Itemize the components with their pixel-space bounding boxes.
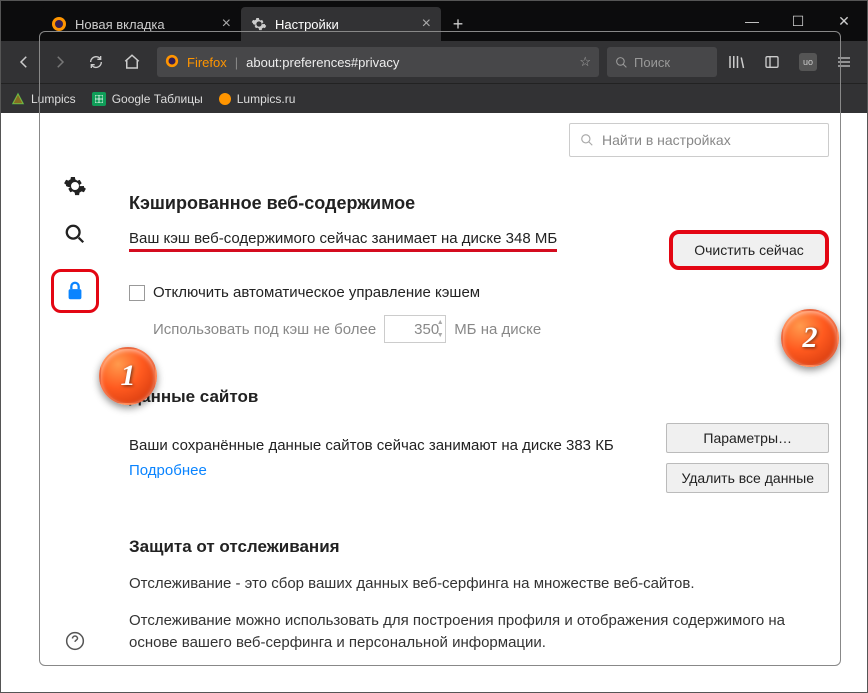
search-icon xyxy=(580,133,594,147)
sidebar-general[interactable] xyxy=(62,173,88,199)
cache-status: Ваш кэш веб-содержимого сейчас занимает … xyxy=(129,230,557,252)
clear-cache-button[interactable]: Очистить сейчас xyxy=(669,230,829,270)
search-icon xyxy=(64,223,86,245)
bookmark-label: Google Таблицы xyxy=(112,92,203,106)
url-separator: | xyxy=(235,55,238,70)
reload-button[interactable] xyxy=(79,47,113,77)
tab-label: Настройки xyxy=(275,17,339,32)
close-icon[interactable]: × xyxy=(422,15,431,33)
bookmark-lumpicsru[interactable]: Lumpics.ru xyxy=(219,92,296,106)
sitedata-status: Ваши сохранённые данные сайтов сейчас за… xyxy=(129,437,646,454)
sitedata-more-link[interactable]: Подробнее xyxy=(129,462,207,479)
checkbox-icon[interactable] xyxy=(129,285,145,301)
prefs-search-input[interactable]: Найти в настройках xyxy=(569,123,829,157)
tracking-p2: Отслеживание можно использовать для пост… xyxy=(129,610,829,655)
bookmarks-bar: Lumpics Google Таблицы Lumpics.ru xyxy=(1,83,867,113)
maximize-button[interactable]: ☐ xyxy=(775,1,821,41)
menu-button[interactable] xyxy=(827,47,861,77)
bookmark-label: Lumpics xyxy=(31,92,76,106)
search-icon xyxy=(615,56,628,69)
sidebar-help[interactable] xyxy=(62,628,88,654)
tracking-p1: Отслеживание - это сбор ваших данных веб… xyxy=(129,573,829,596)
preferences-content: Найти в настройках Кэшированное веб-соде… xyxy=(41,113,839,664)
sitedata-heading: Данные сайтов xyxy=(129,387,829,407)
disable-auto-cache-row[interactable]: Отключить автоматическое управление кэше… xyxy=(129,284,829,301)
annotation-1: 1 xyxy=(99,347,157,405)
firefox-icon xyxy=(165,54,179,71)
gear-icon xyxy=(251,16,267,32)
limit-suffix: МБ на диске xyxy=(454,321,541,338)
limit-prefix: Использовать под кэш не более xyxy=(153,321,376,338)
annotation-2: 2 xyxy=(781,309,839,367)
bookmark-lumpics[interactable]: Lumpics xyxy=(11,92,76,106)
tracking-heading: Защита от отслеживания xyxy=(129,537,829,557)
cache-limit-input[interactable]: 350 ▲▼ xyxy=(384,315,446,343)
sidebar-privacy[interactable] xyxy=(62,278,88,304)
search-box[interactable]: Поиск xyxy=(607,47,717,77)
library-button[interactable] xyxy=(719,47,753,77)
gear-icon xyxy=(63,174,87,198)
prefs-main: Найти в настройках Кэшированное веб-соде… xyxy=(109,113,839,664)
lock-icon xyxy=(64,280,86,302)
tab-new[interactable]: Новая вкладка × xyxy=(41,7,241,41)
sidebar-search[interactable] xyxy=(62,221,88,247)
forward-button[interactable] xyxy=(43,47,77,77)
params-label: Параметры… xyxy=(703,430,792,446)
search-placeholder: Поиск xyxy=(634,55,670,70)
new-tab-button[interactable]: + xyxy=(441,7,475,41)
close-icon[interactable]: × xyxy=(222,15,231,33)
minimize-button[interactable]: ― xyxy=(729,1,775,41)
url-bar[interactable]: Firefox | about:preferences#privacy ☆ xyxy=(157,47,599,77)
disable-auto-label: Отключить автоматическое управление кэше… xyxy=(153,284,480,301)
delete-label: Удалить все данные xyxy=(681,470,814,486)
url-path: about:preferences#privacy xyxy=(246,55,399,70)
window-controls: ― ☐ ✕ xyxy=(729,1,867,41)
sidebar-privacy-highlight xyxy=(51,269,99,313)
cache-limit-row: Использовать под кэш не более 350 ▲▼ МБ … xyxy=(129,315,829,343)
navbar: Firefox | about:preferences#privacy ☆ По… xyxy=(1,41,867,83)
spinner-arrows[interactable]: ▲▼ xyxy=(433,316,447,342)
sidebar-toggle-button[interactable] xyxy=(755,47,789,77)
bookmark-gsheets[interactable]: Google Таблицы xyxy=(92,92,203,106)
triangle-icon xyxy=(11,92,25,106)
bookmark-label: Lumpics.ru xyxy=(237,92,296,106)
firefox-icon xyxy=(51,16,67,32)
close-window-button[interactable]: ✕ xyxy=(821,1,867,41)
circle-icon xyxy=(219,93,231,105)
bookmark-star-icon[interactable]: ☆ xyxy=(579,54,591,70)
tab-label: Новая вкладка xyxy=(75,17,165,32)
back-button[interactable] xyxy=(7,47,41,77)
prefs-search-placeholder: Найти в настройках xyxy=(602,132,731,148)
help-icon xyxy=(65,631,85,651)
url-brand: Firefox xyxy=(187,55,227,70)
titlebar: Новая вкладка × Настройки × + ― ☐ ✕ xyxy=(1,1,867,41)
cache-heading: Кэшированное веб-содержимое xyxy=(129,193,829,214)
clear-cache-label: Очистить сейчас xyxy=(694,242,804,258)
addon-button[interactable]: uo xyxy=(791,47,825,77)
sitedata-params-button[interactable]: Параметры… xyxy=(666,423,829,453)
tab-settings[interactable]: Настройки × xyxy=(241,7,441,41)
sitedata-delete-button[interactable]: Удалить все данные xyxy=(666,463,829,493)
prefs-sidebar xyxy=(41,113,109,664)
home-button[interactable] xyxy=(115,47,149,77)
sheets-icon xyxy=(92,92,106,106)
